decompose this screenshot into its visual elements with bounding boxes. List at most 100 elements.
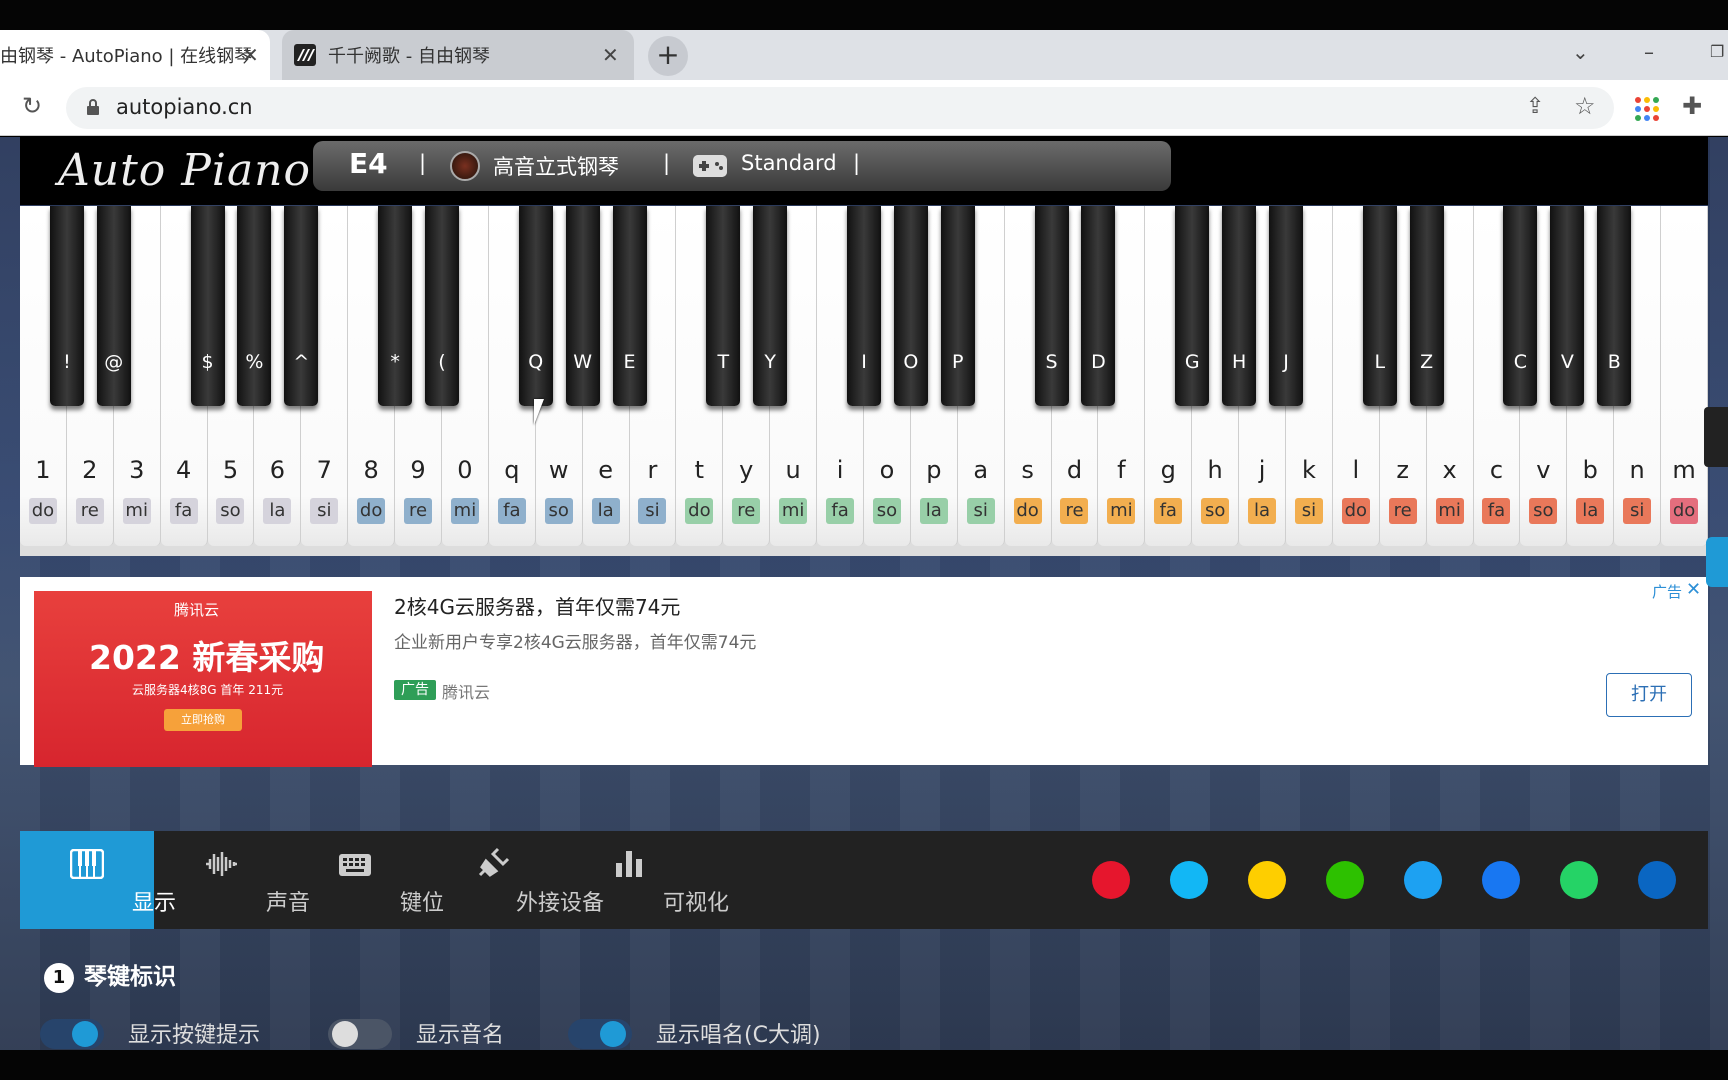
option-label: 显示唱名(C大调) [656,1023,821,1048]
tab-song[interactable]: 千千阙歌 - 自由钢琴 ✕ [282,30,634,80]
facebook-icon[interactable] [1482,861,1520,899]
toggle-show-key-hints[interactable] [40,1019,104,1049]
plug-icon [478,847,510,877]
omnibox[interactable]: autopiano.cn ⇪ ☆ [66,87,1614,129]
qq-icon[interactable] [1170,861,1208,899]
restore-icon[interactable]: ❐ [1710,42,1724,61]
key-hint: w [548,456,569,484]
toggle-show-note-names[interactable] [328,1019,392,1049]
black-key[interactable]: S [1034,206,1069,406]
black-key[interactable]: ( [425,206,459,406]
twitter-icon[interactable] [1404,861,1442,899]
tab-keymap[interactable]: 键位 [288,831,444,929]
black-key[interactable]: Y [753,206,788,406]
black-key[interactable]: Q [518,206,553,406]
bottom-letterbox [0,1050,1728,1080]
key-hint: C [1513,351,1528,373]
solfege-label: si [966,498,995,524]
weibo-icon[interactable] [1092,861,1130,899]
whatsapp-icon[interactable] [1560,861,1598,899]
close-icon[interactable]: ✕ [242,43,259,67]
bookmark-star-icon[interactable]: ☆ [1574,92,1596,120]
key-hint: W [573,351,593,373]
key-hint: n [1629,456,1645,484]
black-key[interactable]: ! [49,206,84,406]
tab-visualization[interactable]: 可视化 [562,831,729,929]
black-key[interactable]: B [1597,206,1632,406]
solfege-label: do [1670,498,1699,524]
ad-image-detail: 云服务器4核8G 首年 211元 [132,683,284,697]
black-key[interactable]: T [706,206,741,406]
black-key[interactable]: % [237,206,272,406]
key-hint: z [1396,456,1409,484]
black-key[interactable]: O [893,206,928,406]
separator: | [853,151,861,175]
solfege-label: do [28,498,57,524]
black-key[interactable]: Z [1409,206,1444,406]
solfege-label: do [1013,498,1042,524]
black-key[interactable]: * [378,206,413,406]
tab-title: 千千阙歌 - 自由钢琴 [328,46,490,67]
option-label: 显示音名 [416,1023,505,1048]
side-tab[interactable] [1706,537,1728,587]
current-note[interactable]: E4 [349,147,388,180]
scrollbar-thumb[interactable] [1704,407,1728,467]
black-key[interactable]: I [847,206,881,406]
key-hint: E [623,351,636,373]
key-hint: @ [104,351,124,373]
ad-title[interactable]: 2核4G云服务器，首年仅需74元 [394,591,680,620]
tab-search-icon[interactable]: ⌄ [1572,40,1589,64]
tab-autopiano[interactable]: 由钢琴 - AutoPiano | 在线钢琴 ✕ [0,30,270,80]
key-hint: 9 [410,456,426,484]
tab-display[interactable]: 显示 [20,831,176,929]
tab-external-devices[interactable]: 外接设备 [426,831,604,929]
black-key[interactable]: G [1175,206,1210,406]
qzone-icon[interactable] [1248,861,1286,899]
share-icon[interactable]: ⇪ [1526,94,1544,119]
linkedin-icon[interactable] [1638,861,1676,899]
auto-piano-logo: Auto Piano [58,145,312,196]
key-hint: 6 [269,456,286,484]
black-key[interactable]: V [1550,206,1585,406]
key-hint: g [1160,456,1176,484]
minimize-icon[interactable]: – [1644,40,1654,64]
black-key[interactable]: P [940,206,975,406]
new-tab-button[interactable]: + [648,36,688,76]
reload-icon[interactable]: ↻ [22,92,42,120]
toggle-show-solfege[interactable] [568,1019,632,1049]
page-background: Auto Piano E4 | 高音立式钢琴 | Standard | 1 do 2… [0,137,1728,1050]
instrument-selector[interactable]: 高音立式钢琴 [493,151,619,181]
wechat-icon[interactable] [1326,861,1364,899]
extensions-puzzle-icon[interactable]: ✚ [1682,92,1702,120]
key-hint: ^ [293,351,310,373]
black-key[interactable]: H [1222,206,1257,406]
lock-icon [87,99,99,115]
black-key[interactable]: E [612,206,647,406]
white-key[interactable]: m do [1661,206,1708,546]
key-hint: * [390,351,400,373]
key-hint: b [1582,456,1598,484]
ad-image[interactable]: 腾讯云 2022 新春采购 云服务器4核8G 首年 211元 立即抢购 [34,591,372,767]
black-key[interactable]: D [1081,206,1116,406]
ad-open-button[interactable]: 打开 [1606,673,1692,717]
key-hint: 8 [363,456,379,484]
black-key[interactable]: @ [96,206,131,406]
google-apps-icon[interactable] [1634,96,1660,122]
black-key[interactable]: L [1362,206,1397,406]
key-hint: Z [1420,351,1434,373]
solfege-label: si [638,498,667,524]
close-icon[interactable]: ✕ [602,43,619,67]
tab-sound[interactable]: 声音 [154,831,310,929]
ad-subtitle: 企业新用户专享2核4G云服务器，首年仅需74元 [394,633,757,653]
key-hint: 3 [129,456,145,484]
black-key[interactable]: W [565,206,600,406]
layout-mode-selector[interactable]: Standard [741,151,837,175]
solfege-label: si [1294,498,1323,524]
black-key[interactable]: $ [190,206,225,406]
close-icon[interactable]: ✕ [1686,579,1701,600]
key-hint: 5 [222,456,239,484]
black-key[interactable]: C [1503,206,1538,406]
solfege-label: fa [169,498,198,524]
black-key[interactable]: ^ [284,206,319,406]
black-key[interactable]: J [1269,206,1303,406]
